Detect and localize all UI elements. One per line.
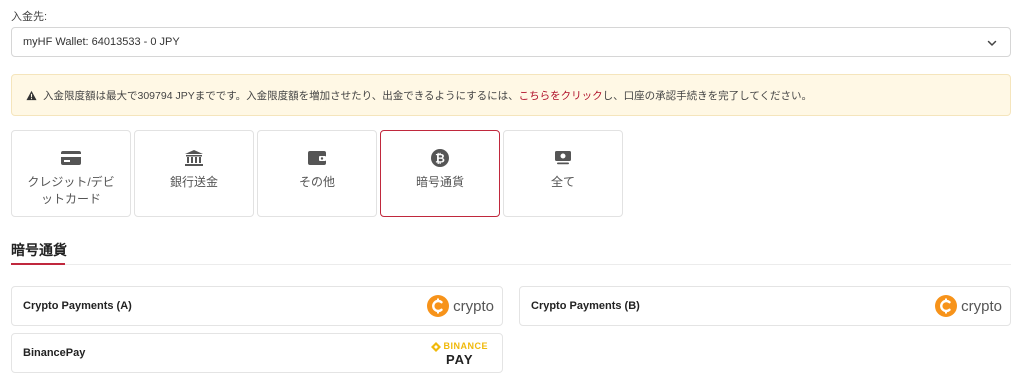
- alert-text-after: し、口座の承認手続きを完了してください。: [602, 89, 813, 102]
- deposit-to-label: 入金先:: [11, 11, 48, 23]
- crypto-logo: crypto: [934, 294, 1002, 318]
- section-title: 暗号通貨: [11, 242, 67, 258]
- tab-label: 全て: [550, 175, 575, 189]
- tab-label: その他: [298, 175, 335, 189]
- chevron-down-icon: [987, 40, 997, 46]
- crypto-logo-text: crypto: [961, 297, 1002, 315]
- crypto-logo: crypto: [426, 294, 494, 318]
- payment-name: Crypto Payments (A): [23, 300, 132, 312]
- money-icon: [552, 148, 574, 168]
- crypto-coin-icon: [935, 295, 958, 317]
- binance-logo-bottom: PAY: [445, 352, 474, 367]
- bitcoin-icon: ₿: [429, 148, 451, 168]
- crypto-logo-text: crypto: [453, 297, 494, 315]
- tab-all[interactable]: 全て: [503, 130, 623, 217]
- svg-text:₿: ₿: [435, 152, 445, 166]
- tab-label-card-line1: クレジット/デビ: [27, 175, 115, 189]
- section-title-underline: [11, 263, 65, 265]
- payment-option-crypto-a[interactable]: Crypto Payments (A) crypto: [11, 286, 503, 326]
- verification-link[interactable]: こちらをクリック: [519, 88, 603, 103]
- tab-other[interactable]: その他: [257, 130, 377, 217]
- payment-option-crypto-b[interactable]: Crypto Payments (B) crypto: [519, 286, 1011, 326]
- bank-icon: [183, 148, 205, 168]
- wallet-icon: [306, 148, 328, 168]
- binance-pay-logo: BINANCE PAY: [431, 341, 488, 367]
- binance-logo-top: BINANCE: [443, 341, 488, 351]
- tab-crypto[interactable]: ₿ 暗号通貨: [380, 130, 500, 217]
- deposit-limit-alert: 入金限度額は最大で309794 JPYまでです。入金限度額を増加させたり、出金で…: [11, 74, 1011, 116]
- warning-icon: [26, 90, 37, 100]
- credit-card-icon: [60, 148, 82, 168]
- tab-credit-debit-card[interactable]: クレジット/デビ ットカード: [11, 130, 131, 217]
- crypto-coin-icon: [427, 295, 450, 317]
- section-divider: [11, 264, 1011, 265]
- deposit-account-value: myHF Wallet: 64013533 - 0 JPY: [23, 36, 180, 48]
- binance-diamond-icon: [431, 341, 442, 352]
- deposit-account-select[interactable]: myHF Wallet: 64013533 - 0 JPY: [11, 27, 1011, 57]
- alert-text-before: 入金限度額は最大で309794 JPYまでです。入金限度額を増加させたり、出金で…: [43, 89, 519, 102]
- tab-label: 銀行送金: [169, 175, 218, 189]
- payment-option-binancepay[interactable]: BinancePay BINANCE PAY: [11, 333, 503, 373]
- payment-method-tabs: クレジット/デビ ットカード 銀行送金 その他 ₿ 暗号通貨 全て: [11, 130, 623, 217]
- tab-bank-transfer[interactable]: 銀行送金: [134, 130, 254, 217]
- tab-label: 暗号通貨: [415, 175, 464, 189]
- payment-name: Crypto Payments (B): [531, 300, 640, 312]
- payment-name: BinancePay: [23, 347, 86, 359]
- tab-label-card-line2: ットカード: [40, 192, 101, 206]
